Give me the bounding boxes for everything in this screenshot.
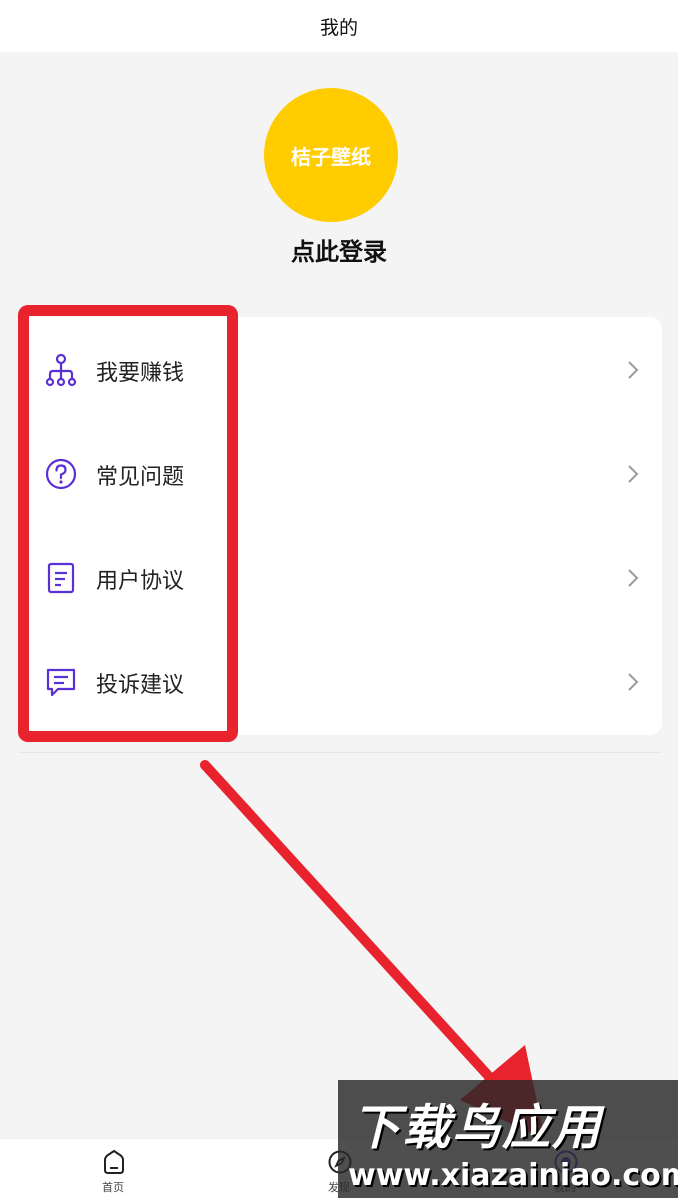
chevron-right-icon [628, 569, 639, 587]
page-header: 我的 [0, 0, 678, 52]
watermark-url: www.xiazainiao.com [348, 1158, 678, 1193]
tab-label: 首页 [102, 1181, 124, 1194]
divider [18, 752, 662, 753]
watermark-title: 下载鸟应用 [352, 1100, 603, 1156]
chevron-right-icon [628, 361, 639, 379]
login-link[interactable]: 点此登录 [0, 232, 678, 267]
chevron-right-icon [628, 673, 639, 691]
home-icon [104, 1149, 124, 1174]
annotation-highlight-box [18, 305, 238, 742]
tab-home[interactable]: 首页 [0, 1139, 226, 1201]
chevron-right-icon [628, 465, 639, 483]
page-title: 我的 [319, 16, 358, 39]
avatar[interactable]: 桔子壁纸 [264, 88, 398, 222]
watermark: 下载鸟应用 www.xiazainiao.com [338, 1080, 678, 1198]
avatar-text: 桔子壁纸 [291, 144, 371, 169]
